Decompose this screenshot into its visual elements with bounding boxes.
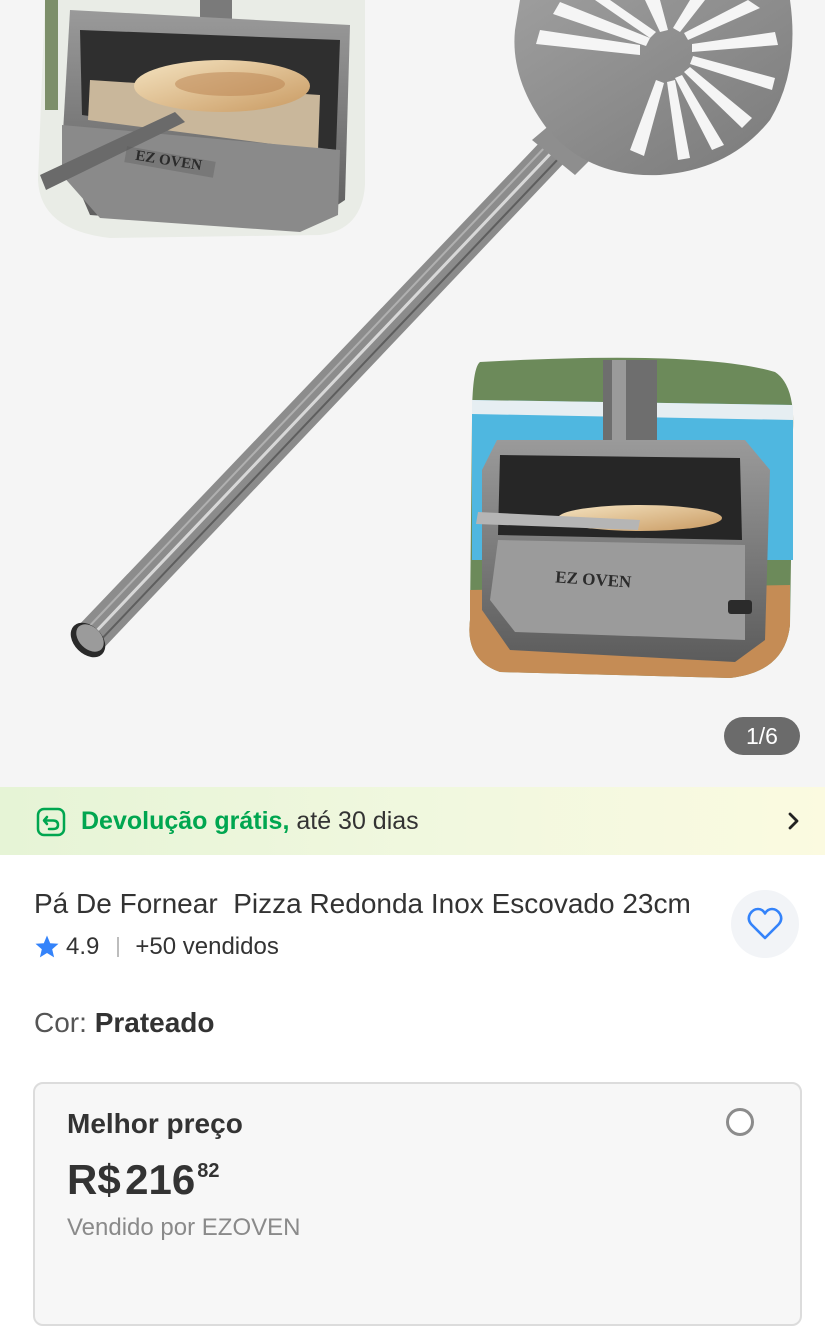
free-return-text: Devolução grátis, até 30 dias xyxy=(81,807,419,835)
rating-value: 4.9 xyxy=(66,933,100,960)
chevron-right-icon xyxy=(788,812,799,830)
price-currency: R$ xyxy=(67,1156,121,1203)
seller-name: Vendido por EZOVEN xyxy=(67,1214,301,1241)
rating-row[interactable]: 4.9 +50 vendidos xyxy=(34,930,279,964)
price-integer: 216 xyxy=(125,1156,196,1203)
oven-photo-2 xyxy=(469,357,794,678)
price: R$ 216 82 xyxy=(67,1154,219,1206)
product-title: Pá De Fornear Pizza Redonda Inox Escovad… xyxy=(34,888,691,919)
favorite-button[interactable] xyxy=(731,890,799,958)
offer-radio-button[interactable] xyxy=(726,1108,754,1136)
image-counter-badge: 1/6 xyxy=(724,717,800,755)
free-return-period: até 30 dias xyxy=(289,807,419,835)
free-return-banner[interactable]: Devolução grátis, até 30 dias xyxy=(0,787,825,855)
price-cents: 82 xyxy=(197,1160,220,1182)
sold-count: +50 vendidos xyxy=(135,933,279,960)
oven-photo-1 xyxy=(38,0,365,238)
product-main-image: EZ OVEN EZ OVEN xyxy=(38,0,794,678)
offer-label: Melhor preço xyxy=(67,1108,243,1139)
color-label: Cor: xyxy=(34,1007,87,1038)
rating-divider xyxy=(117,937,120,957)
free-return-strong: Devolução grátis, xyxy=(81,807,290,835)
star-icon xyxy=(35,935,59,958)
color-variant: Cor: Prateado xyxy=(34,1006,215,1040)
color-value: Prateado xyxy=(94,1007,215,1038)
product-image-gallery[interactable]: EZ OVEN EZ OVEN 1/6 xyxy=(0,0,825,787)
best-price-offer-card[interactable]: Melhor preço R$ 216 82 Vendido por EZOVEN xyxy=(33,1082,802,1326)
return-arrow-icon xyxy=(36,807,66,837)
heart-outline-icon xyxy=(747,907,783,940)
